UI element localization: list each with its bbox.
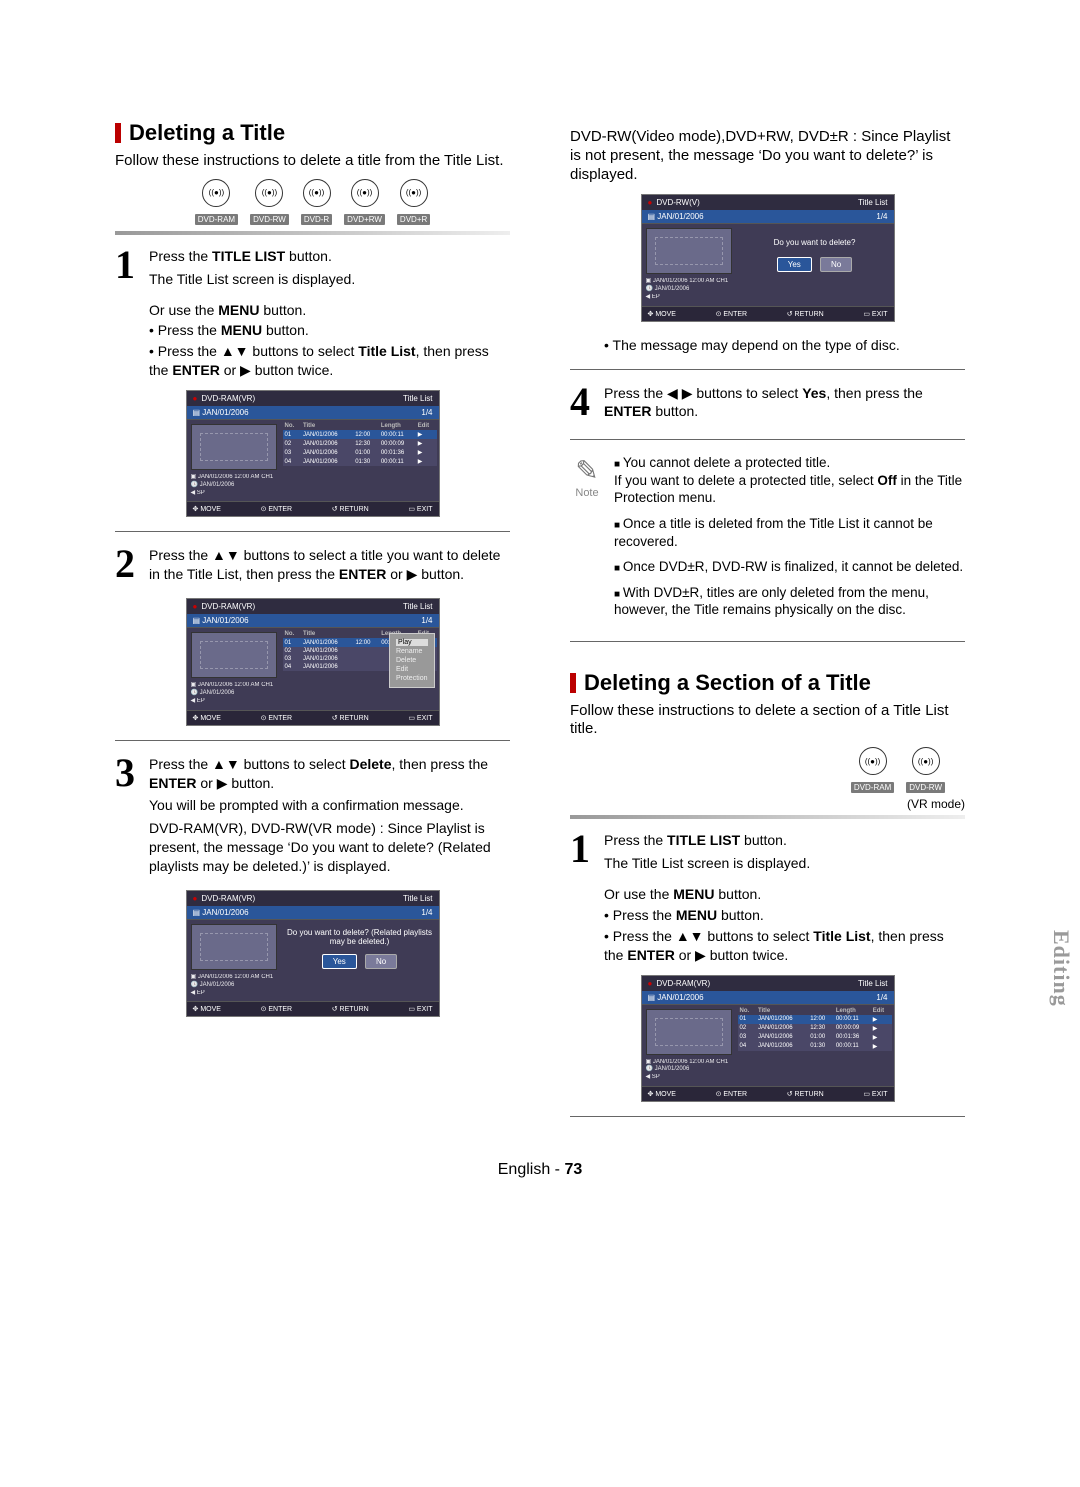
disc-icon: ((●)) [202,179,230,207]
step-number: 4 [570,384,604,420]
disc-icon: ((●)) [859,747,887,775]
msg-depends: The message may depend on the type of di… [570,336,965,355]
step-number: 1 [115,247,149,283]
osd-title-list-2: DVD-RAM(VR)Title List ▤ JAN/01/20061/4 ▣… [641,975,895,1102]
disc-item: ((●))DVD-RW [906,747,945,795]
section2-intro: Follow these instructions to delete a se… [570,702,965,740]
divider [570,1116,965,1117]
section2-title: Deleting a Section of a Title [570,670,965,696]
osd-thumbnail [191,924,277,970]
divider-band [570,815,965,819]
osd-thumbnail [191,424,277,470]
divider-band [115,231,510,235]
accent-icon [570,673,576,693]
step-2: 2 Press the ▲▼ buttons to select a title… [115,546,510,588]
disc-icon: ((●)) [303,179,331,207]
osd-popup-menu: Play Rename Delete Edit Protection [389,633,435,688]
step-number: 3 [115,755,149,791]
disc-item: ((●))DVD-RW [250,179,289,227]
sec2-step1-alt: Or use the MENU button. Press the MENU b… [570,885,965,965]
section1-intro: Follow these instructions to delete a ti… [115,152,510,171]
step-number: 2 [115,546,149,582]
no-button[interactable]: No [820,257,852,272]
disc-row: ((●))DVD-RAM ((●))DVD-RW [570,747,965,795]
note-icon: ✎ [570,454,604,487]
vr-mode-label: (VR mode) [570,797,965,811]
step1-alt: Or use the MENU button. Press the MENU b… [115,301,510,381]
disc-icon: ((●)) [351,179,379,207]
no-button[interactable]: No [365,954,397,969]
note-label: Note [570,487,604,499]
step-body: Press the TITLE LIST button. The Title L… [149,247,510,293]
yes-button[interactable]: Yes [322,954,357,969]
disc-icon: ((●)) [255,179,283,207]
note-item: Once DVD±R, DVD-RW is finalized, it cann… [614,558,965,576]
disc-row: ((●))DVD-RAM ((●))DVD-RW ((●))DVD-R ((●)… [115,179,510,227]
step-body: Press the ▲▼ buttons to select Delete, t… [149,755,510,880]
divider [115,531,510,532]
sec2-step-1: 1 Press the TITLE LIST button. The Title… [570,831,965,877]
osd-confirm-v: DVD-RW(V)Title List ▤ JAN/01/20061/4 ▣ J… [641,194,895,321]
right-column: DVD-RW(Video mode),DVD+RW, DVD±R : Since… [570,120,965,1131]
disc-item: ((●))DVD+RW [344,179,385,227]
note-box: ✎ Note You cannot delete a protected tit… [570,454,965,626]
step-number: 1 [570,831,604,867]
osd-context-menu: DVD-RAM(VR)Title List ▤ JAN/01/20061/4 ▣… [186,598,440,725]
disc-item: ((●))DVD+R [397,179,430,227]
step-body: Press the ▲▼ buttons to select a title y… [149,546,510,588]
step-4: 4 Press the ◀ ▶ buttons to select Yes, t… [570,384,965,426]
divider [570,439,965,440]
note-item: With DVD±R, titles are only deleted from… [614,584,965,619]
divider [570,369,965,370]
note-item: Once a title is deleted from the Title L… [614,515,965,550]
osd-thumbnail [646,228,732,274]
left-column: Deleting a Title Follow these instructio… [115,120,510,1131]
osd-thumbnail [191,632,277,678]
step3-continued: DVD-RW(Video mode),DVD+RW, DVD±R : Since… [570,128,965,184]
osd-confirm-vr: DVD-RAM(VR)Title List ▤ JAN/01/20061/4 ▣… [186,890,440,1017]
disc-icon: ((●)) [912,747,940,775]
accent-icon [115,123,121,143]
disc-item: ((●))DVD-RAM [851,747,894,795]
disc-item: ((●))DVD-R [301,179,332,227]
step-1: 1 Press the TITLE LIST button. The Title… [115,247,510,293]
osd-thumbnail [646,1009,732,1055]
step-body: Press the ◀ ▶ buttons to select Yes, the… [604,384,965,426]
step-3: 3 Press the ▲▼ buttons to select Delete,… [115,755,510,880]
yes-button[interactable]: Yes [777,257,812,272]
disc-icon: ((●)) [400,179,428,207]
side-tab: Editing [1048,930,1074,1007]
divider [115,740,510,741]
step-body: Press the TITLE LIST button. The Title L… [604,831,965,877]
disc-item: ((●))DVD-RAM [195,179,238,227]
divider [570,641,965,642]
section1-title: Deleting a Title [115,120,510,146]
osd-title-list: DVD-RAM(VR)Title List ▤ JAN/01/20061/4 ▣… [186,390,440,517]
page-footer: English - 73 [115,1161,965,1179]
note-item: You cannot delete a protected title.If y… [614,454,965,507]
